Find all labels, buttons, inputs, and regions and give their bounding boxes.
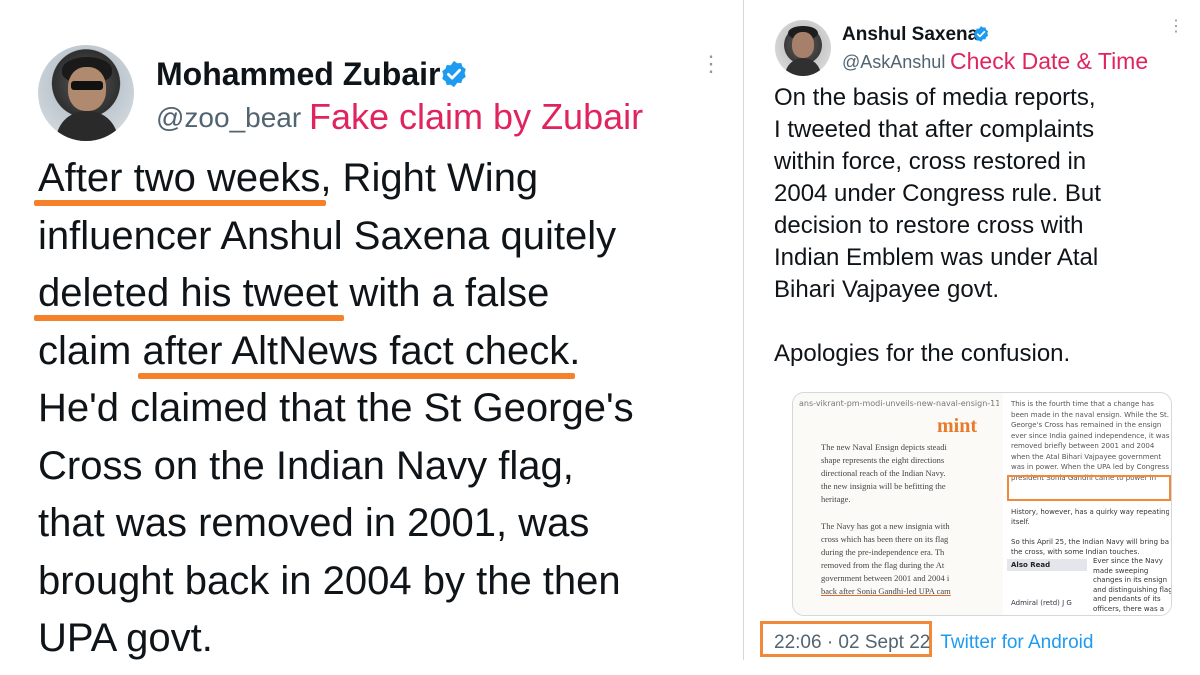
tweet-source-link[interactable]: Twitter for Android xyxy=(940,632,1093,653)
underlined-phrase: deleted his tweet xyxy=(38,271,339,315)
tweet-line: deleted his tweet with a false xyxy=(38,271,550,315)
user-handle[interactable]: @zoo_bear xyxy=(156,102,301,134)
tweet-line: UPA govt. xyxy=(38,616,213,660)
annotation-fake-claim: Fake claim by Zubair xyxy=(309,96,644,137)
tweet-line: Apologies for the confusion. xyxy=(774,340,1071,367)
tweet-footer: 22:06 · 02 Sept 22 Twitter for Android xyxy=(774,632,1093,654)
avatar[interactable] xyxy=(38,45,134,141)
article-screenshot-right: This is the fourth time that a change ha… xyxy=(1003,393,1171,615)
attached-image[interactable]: ans-vikrant-pm-modi-unveils-new-naval-en… xyxy=(792,392,1172,616)
article-text: This is the fourth time that a change ha… xyxy=(1011,400,1169,482)
tweet-line: After two weeks, Right Wing xyxy=(38,156,539,200)
annotation-check-date-time: Check Date & Time xyxy=(950,48,1149,74)
also-read-label: Also Read xyxy=(1007,559,1087,571)
underlined-phrase: After two weeks xyxy=(38,156,321,200)
article-url: ans-vikrant-pm-modi-unveils-new-naval-en… xyxy=(799,399,999,408)
tweet-line: claim after AltNews fact check. xyxy=(38,328,581,373)
left-tweet: Mohammed Zubair @zoo_bear Fake claim by … xyxy=(24,30,734,660)
tweet-line: Cross on the Indian Navy flag, xyxy=(38,443,574,488)
tweet-timestamp[interactable]: 22:06 · 02 Sept 22 xyxy=(774,632,930,653)
tweet-line: Indian Emblem was under Atal xyxy=(774,244,1099,271)
panel-divider xyxy=(743,0,744,660)
tweet-line: influencer Anshul Saxena quitely xyxy=(38,213,617,258)
verified-badge-icon xyxy=(973,26,989,42)
user-handle[interactable]: @AskAnshul xyxy=(842,52,945,73)
tweet-line: that was removed in 2001, was xyxy=(38,501,590,545)
user-name[interactable]: Anshul Saxena xyxy=(842,24,978,46)
article-screenshot-left: ans-vikrant-pm-modi-unveils-new-naval-en… xyxy=(793,393,1003,615)
tweet-line: within force, cross restored in xyxy=(774,148,1087,175)
tweet-line: brought back in 2004 by the then xyxy=(38,558,621,603)
right-tweet: Anshul Saxena @AskAnshul Check Date & Ti… xyxy=(760,10,1190,665)
article-text: History, however, has a quirky way repea… xyxy=(1011,508,1169,556)
underlined-phrase: after AltNews fact check xyxy=(142,328,570,373)
more-options-icon[interactable]: ⋮ xyxy=(1168,19,1184,35)
tweet-line: decision to restore cross with xyxy=(774,212,1084,239)
tweet-line: 2004 under Congress rule. But xyxy=(774,180,1101,207)
verified-badge-icon xyxy=(442,60,466,88)
more-options-icon[interactable]: ⋮ xyxy=(700,53,722,75)
tweet-line: On the basis of media reports, xyxy=(774,84,1096,111)
tweet-line: Bihari Vajpayee govt. xyxy=(774,276,1000,303)
tweet-line: He'd claimed that the St George's xyxy=(38,386,634,430)
related-link: Admiral (retd) J G xyxy=(1011,599,1072,607)
tweet-text: After two weeks, Right Wing influencer A… xyxy=(38,150,738,668)
related-article: Ever since the Navy made sweeping change… xyxy=(1093,557,1171,615)
user-name[interactable]: Mohammed Zubair xyxy=(156,56,440,93)
tweet-text: On the basis of media reports, I tweeted… xyxy=(774,82,1184,370)
article-text: The new Naval Ensign depicts steadi shap… xyxy=(821,442,951,596)
avatar[interactable] xyxy=(775,20,831,76)
tweet-line: I tweeted that after complaints xyxy=(774,116,1095,143)
mint-logo: mint xyxy=(937,415,977,437)
highlight-box xyxy=(1007,475,1171,501)
